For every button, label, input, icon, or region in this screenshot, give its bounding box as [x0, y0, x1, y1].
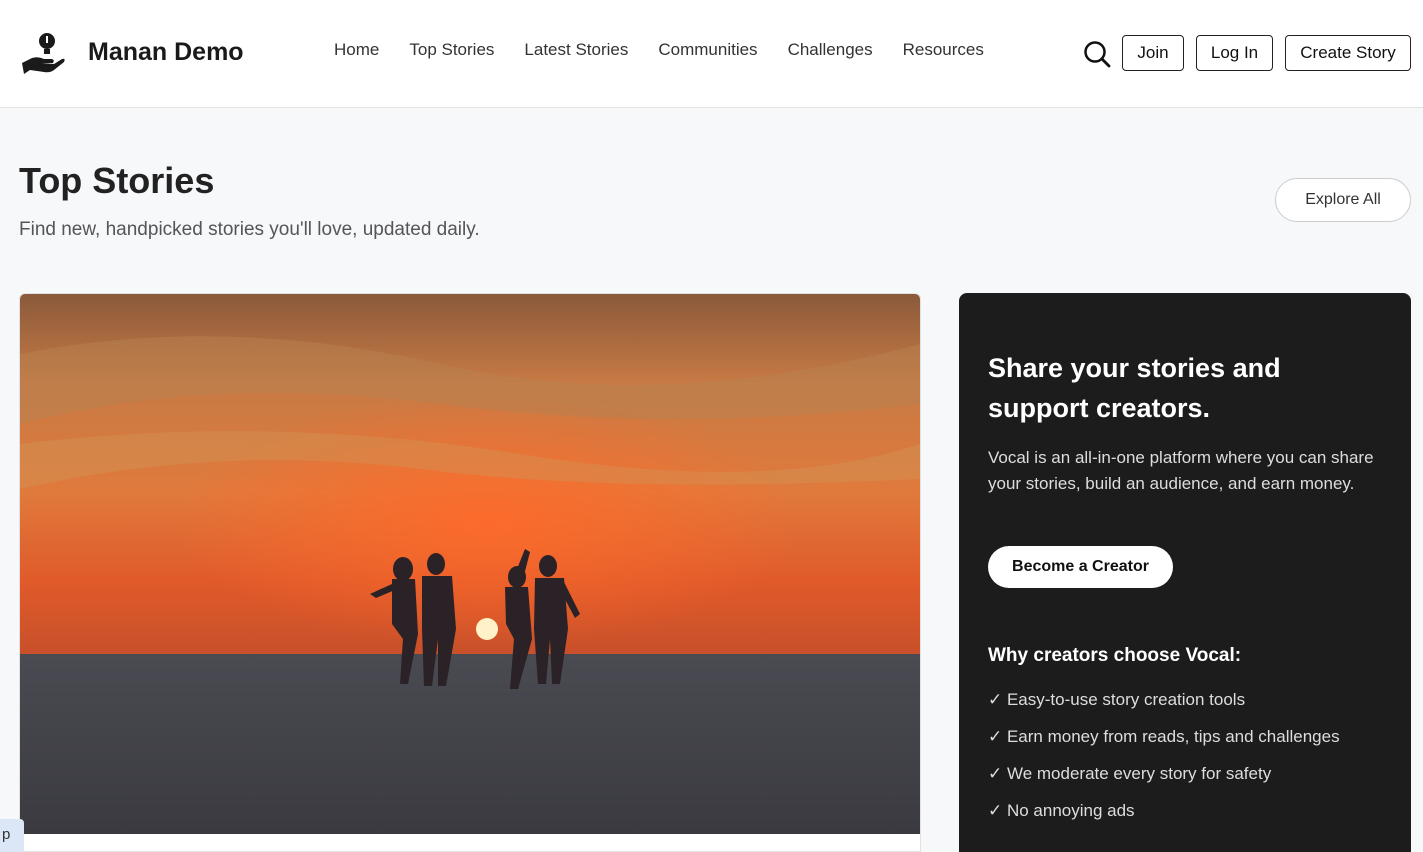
create-story-button[interactable]: Create Story: [1285, 35, 1411, 71]
benefit-item: ✓ We moderate every story for safety: [988, 764, 1272, 783]
benefit-item: ✓ No annoying ads: [988, 801, 1135, 820]
corner-tab[interactable]: p: [0, 819, 24, 852]
page-subtitle: Find new, handpicked stories you'll love…: [19, 219, 480, 240]
featured-story-card[interactable]: [19, 293, 921, 852]
creator-promo-panel: Share your stories and support creators.…: [959, 293, 1411, 852]
benefit-item: ✓ Easy-to-use story creation tools: [988, 690, 1246, 709]
benefits-list: ✓ Easy-to-use story creation tools ✓ Ear…: [988, 688, 1340, 836]
idea-hand-logo-icon[interactable]: [20, 30, 66, 76]
panel-title: Share your stories and support creators.: [988, 353, 1281, 423]
brand-name[interactable]: Manan Demo: [88, 38, 244, 67]
search-icon[interactable]: [1083, 40, 1111, 68]
login-button[interactable]: Log In: [1196, 35, 1273, 71]
nav-resources[interactable]: Resources: [903, 40, 984, 60]
benefit-item: ✓ Earn money from reads, tips and challe…: [988, 727, 1340, 746]
page-title: Top Stories: [19, 160, 215, 201]
nav-communities[interactable]: Communities: [658, 40, 757, 60]
why-creators-heading: Why creators choose Vocal:: [988, 645, 1242, 666]
nav-challenges[interactable]: Challenges: [788, 40, 873, 60]
site-header: Manan Demo Home Top Stories Latest Stori…: [0, 0, 1423, 108]
become-creator-button[interactable]: Become a Creator: [988, 546, 1173, 588]
sunset-beach-image: [20, 294, 920, 834]
panel-description: Vocal is an all-in-one platform where yo…: [988, 448, 1374, 493]
nav-latest-stories[interactable]: Latest Stories: [524, 40, 628, 60]
nav-top-stories[interactable]: Top Stories: [409, 40, 494, 60]
join-button[interactable]: Join: [1122, 35, 1184, 71]
explore-all-button[interactable]: Explore All: [1275, 178, 1411, 222]
main-nav: Home Top Stories Latest Stories Communit…: [334, 40, 984, 60]
nav-home[interactable]: Home: [334, 40, 379, 60]
